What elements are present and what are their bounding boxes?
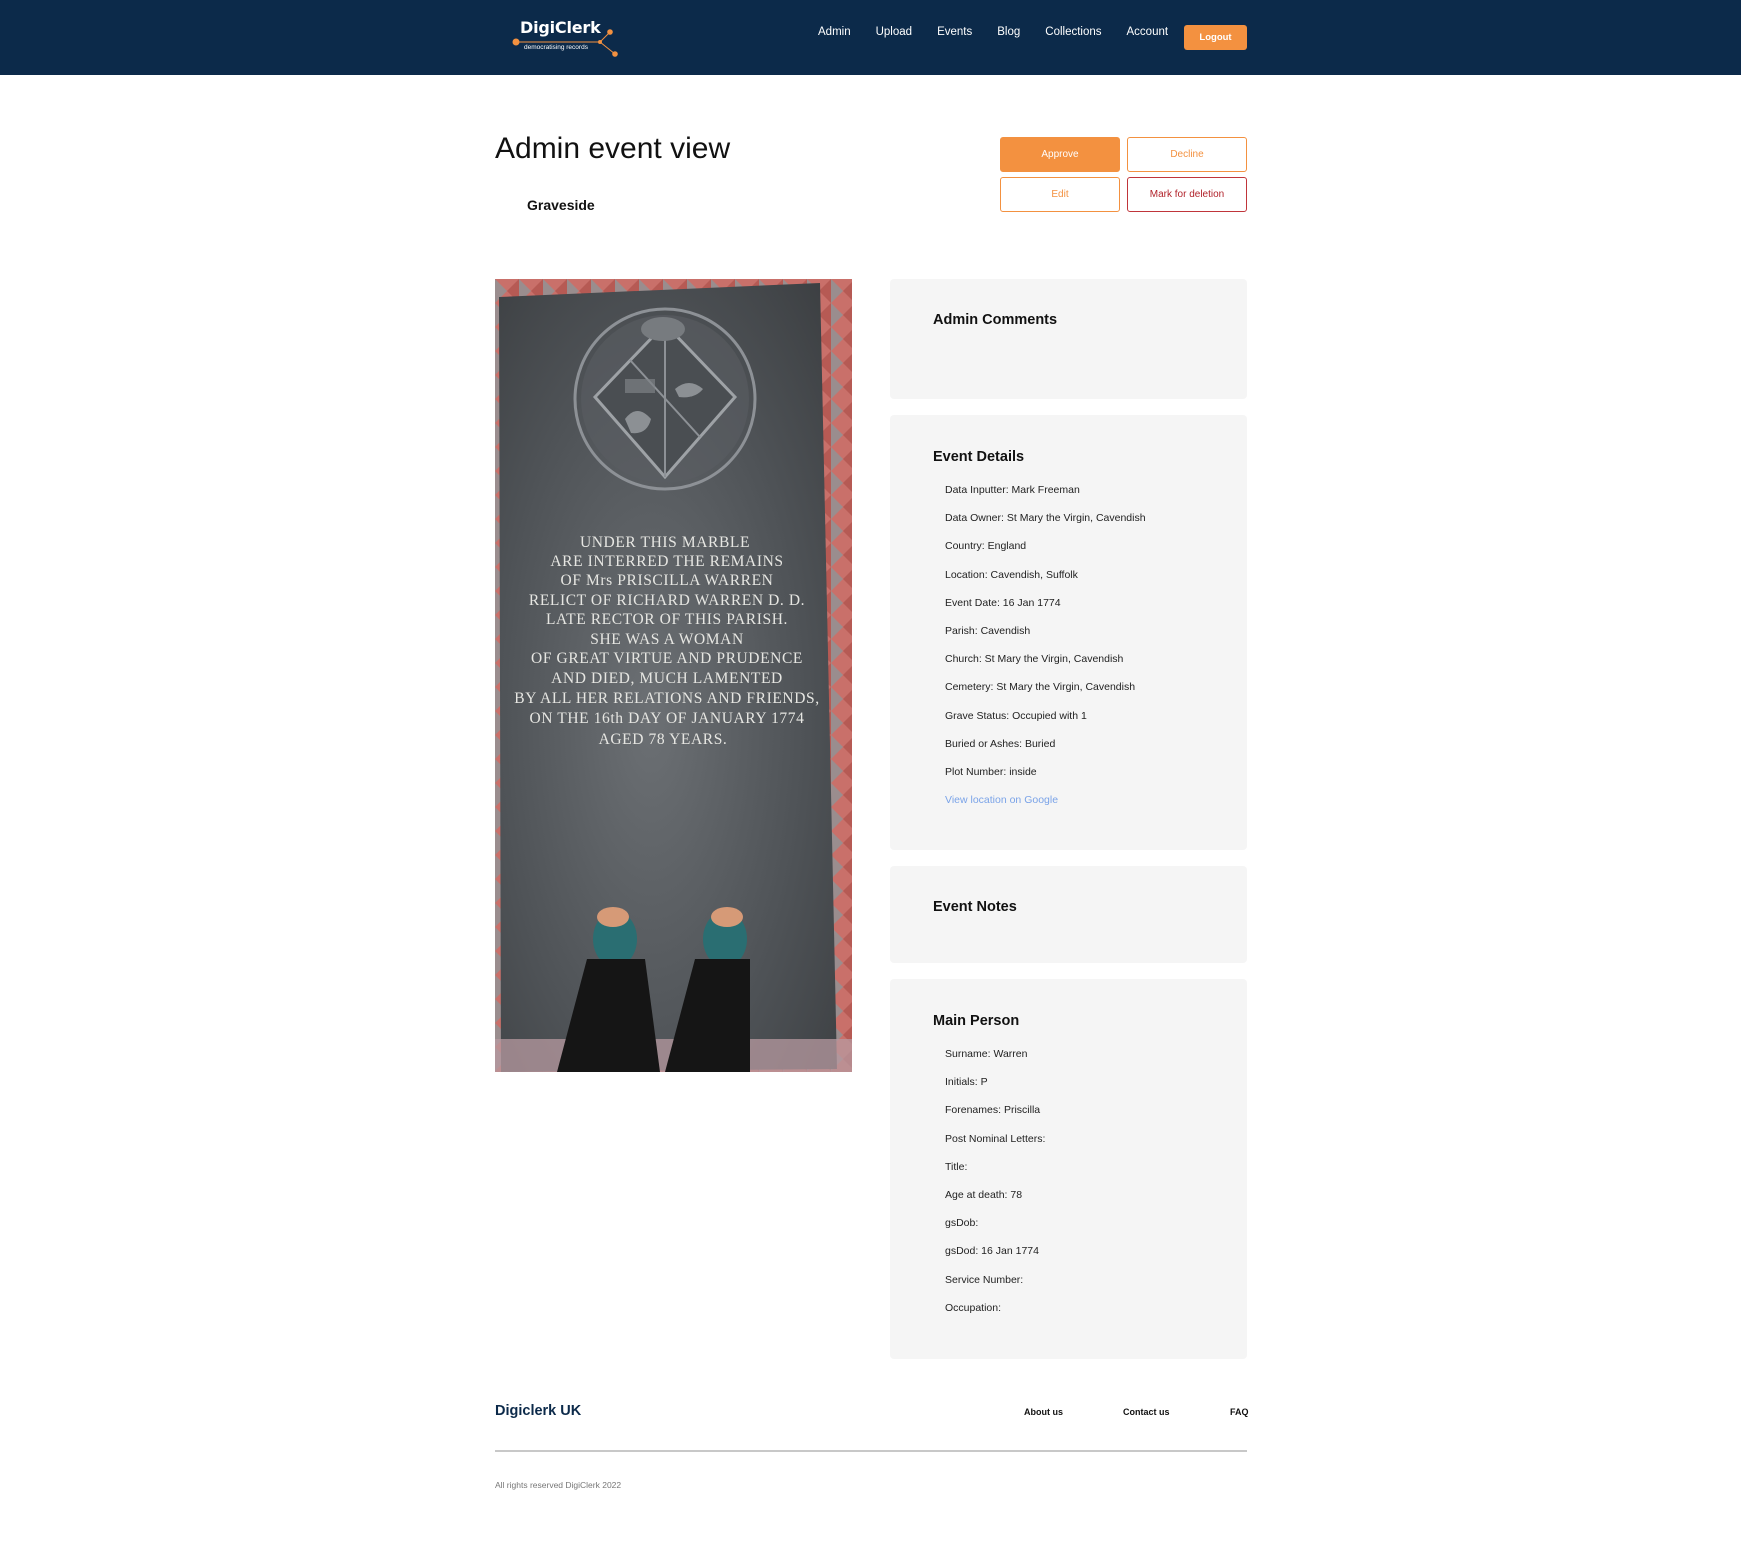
main-person-list: Surname: Warren Initials: P Forenames: P… xyxy=(945,1047,1045,1329)
admin-comments-card: Admin Comments xyxy=(890,279,1247,399)
person-surname: Surname: Warren xyxy=(945,1048,1028,1060)
person-post-nominal: Post Nominal Letters: xyxy=(945,1132,1046,1145)
decline-button[interactable]: Decline xyxy=(1127,137,1247,172)
event-type-subtitle: Graveside xyxy=(527,197,595,213)
logout-button[interactable]: Logout xyxy=(1184,25,1247,50)
detail-parish: Parish: Cavendish xyxy=(945,624,1031,637)
footer-divider xyxy=(495,1450,1247,1452)
logo-title: DigiClerk xyxy=(520,18,601,37)
detail-country: Country: England xyxy=(945,540,1027,553)
person-occupation: Occupation: xyxy=(945,1301,1002,1314)
inscription-line: LATE RECTOR OF THIS PARISH. xyxy=(546,611,788,628)
inscription-line: BY ALL HER RELATIONS AND FRIENDS, xyxy=(514,690,819,707)
view-location-google-link[interactable]: View location on Google xyxy=(945,794,1058,806)
inscription-line: ARE INTERRED THE REMAINS xyxy=(550,553,783,570)
inscription-line: OF Mrs PRISCILLA WARREN xyxy=(561,572,774,589)
nav-upload[interactable]: Upload xyxy=(876,26,912,38)
mark-for-deletion-button[interactable]: Mark for deletion xyxy=(1127,177,1247,212)
person-service-number: Service Number: xyxy=(945,1273,1024,1286)
event-notes-card: Event Notes xyxy=(890,866,1247,963)
person-forenames: Forenames: Priscilla xyxy=(945,1104,1041,1117)
nav-events[interactable]: Events xyxy=(937,26,972,38)
detail-grave-status: Grave Status: Occupied with 1 xyxy=(945,709,1087,722)
detail-cemetery: Cemetery: St Mary the Virgin, Cavendish xyxy=(945,681,1136,694)
person-gsdod: gsDod: 16 Jan 1774 xyxy=(945,1245,1039,1258)
footer-about-us-link[interactable]: About us xyxy=(1024,1407,1063,1417)
event-details-title: Event Details xyxy=(933,449,1025,465)
nav-account[interactable]: Account xyxy=(1127,26,1169,38)
detail-plot-number: Plot Number: inside xyxy=(945,765,1037,778)
main-person-card: Main Person Surname: Warren Initials: P … xyxy=(890,979,1247,1359)
nav-blog[interactable]: Blog xyxy=(997,26,1020,38)
inscription-line: ON THE 16th DAY OF JANUARY 1774 xyxy=(530,710,805,727)
event-details-list: Data Inputter: Mark Freeman Data Owner: … xyxy=(945,483,1146,821)
main-nav: Admin Upload Events Blog Collections Acc… xyxy=(818,26,1193,38)
person-gsdob: gsDob: xyxy=(945,1217,979,1230)
person-title: Title: xyxy=(945,1160,968,1173)
main-person-title: Main Person xyxy=(933,1013,1020,1029)
gravestone-photo: UNDER THIS MARBLE ARE INTERRED THE REMAI… xyxy=(495,279,852,1072)
detail-data-inputter: Data Inputter: Mark Freeman xyxy=(945,484,1080,496)
digiclerk-logo[interactable]: DigiClerk democratising records xyxy=(508,14,624,62)
top-navbar: DigiClerk democratising records Admin Up… xyxy=(0,0,1741,75)
detail-location: Location: Cavendish, Suffolk xyxy=(945,568,1078,581)
detail-event-date: Event Date: 16 Jan 1774 xyxy=(945,596,1061,609)
footer-faq-link[interactable]: FAQ xyxy=(1230,1407,1249,1417)
inscription-line: SHE WAS A WOMAN xyxy=(590,631,744,648)
logo-subtitle: democratising records xyxy=(524,44,588,51)
person-initials: Initials: P xyxy=(945,1076,988,1089)
approve-button[interactable]: Approve xyxy=(1000,137,1120,172)
detail-church: Church: St Mary the Virgin, Cavendish xyxy=(945,653,1124,666)
map-link-item: View location on Google xyxy=(945,793,1146,821)
nav-collections[interactable]: Collections xyxy=(1045,26,1101,38)
person-age-at-death: Age at death: 78 xyxy=(945,1188,1023,1201)
inscription-line: AND DIED, MUCH LAMENTED xyxy=(551,670,783,687)
inscription-line: OF GREAT VIRTUE AND PRUDENCE xyxy=(531,650,803,667)
detail-data-owner: Data Owner: St Mary the Virgin, Cavendis… xyxy=(945,512,1146,525)
event-details-card: Event Details Data Inputter: Mark Freema… xyxy=(890,415,1247,850)
nav-admin[interactable]: Admin xyxy=(818,26,851,38)
footer-brand: Digiclerk UK xyxy=(495,1403,582,1419)
edit-button[interactable]: Edit xyxy=(1000,177,1120,212)
admin-comments-title: Admin Comments xyxy=(933,312,1058,328)
detail-buried-or-ashes: Buried or Ashes: Buried xyxy=(945,737,1056,750)
page-title: Admin event view xyxy=(495,132,731,165)
inscription-line: RELICT OF RICHARD WARREN D. D. xyxy=(529,592,805,609)
footer-contact-us-link[interactable]: Contact us xyxy=(1123,1407,1170,1417)
event-notes-title: Event Notes xyxy=(933,899,1017,915)
inscription-line: AGED 78 YEARS. xyxy=(599,731,728,748)
inscription-line: UNDER THIS MARBLE xyxy=(580,534,750,551)
copyright-text: All rights reserved DigiClerk 2022 xyxy=(495,1480,622,1490)
